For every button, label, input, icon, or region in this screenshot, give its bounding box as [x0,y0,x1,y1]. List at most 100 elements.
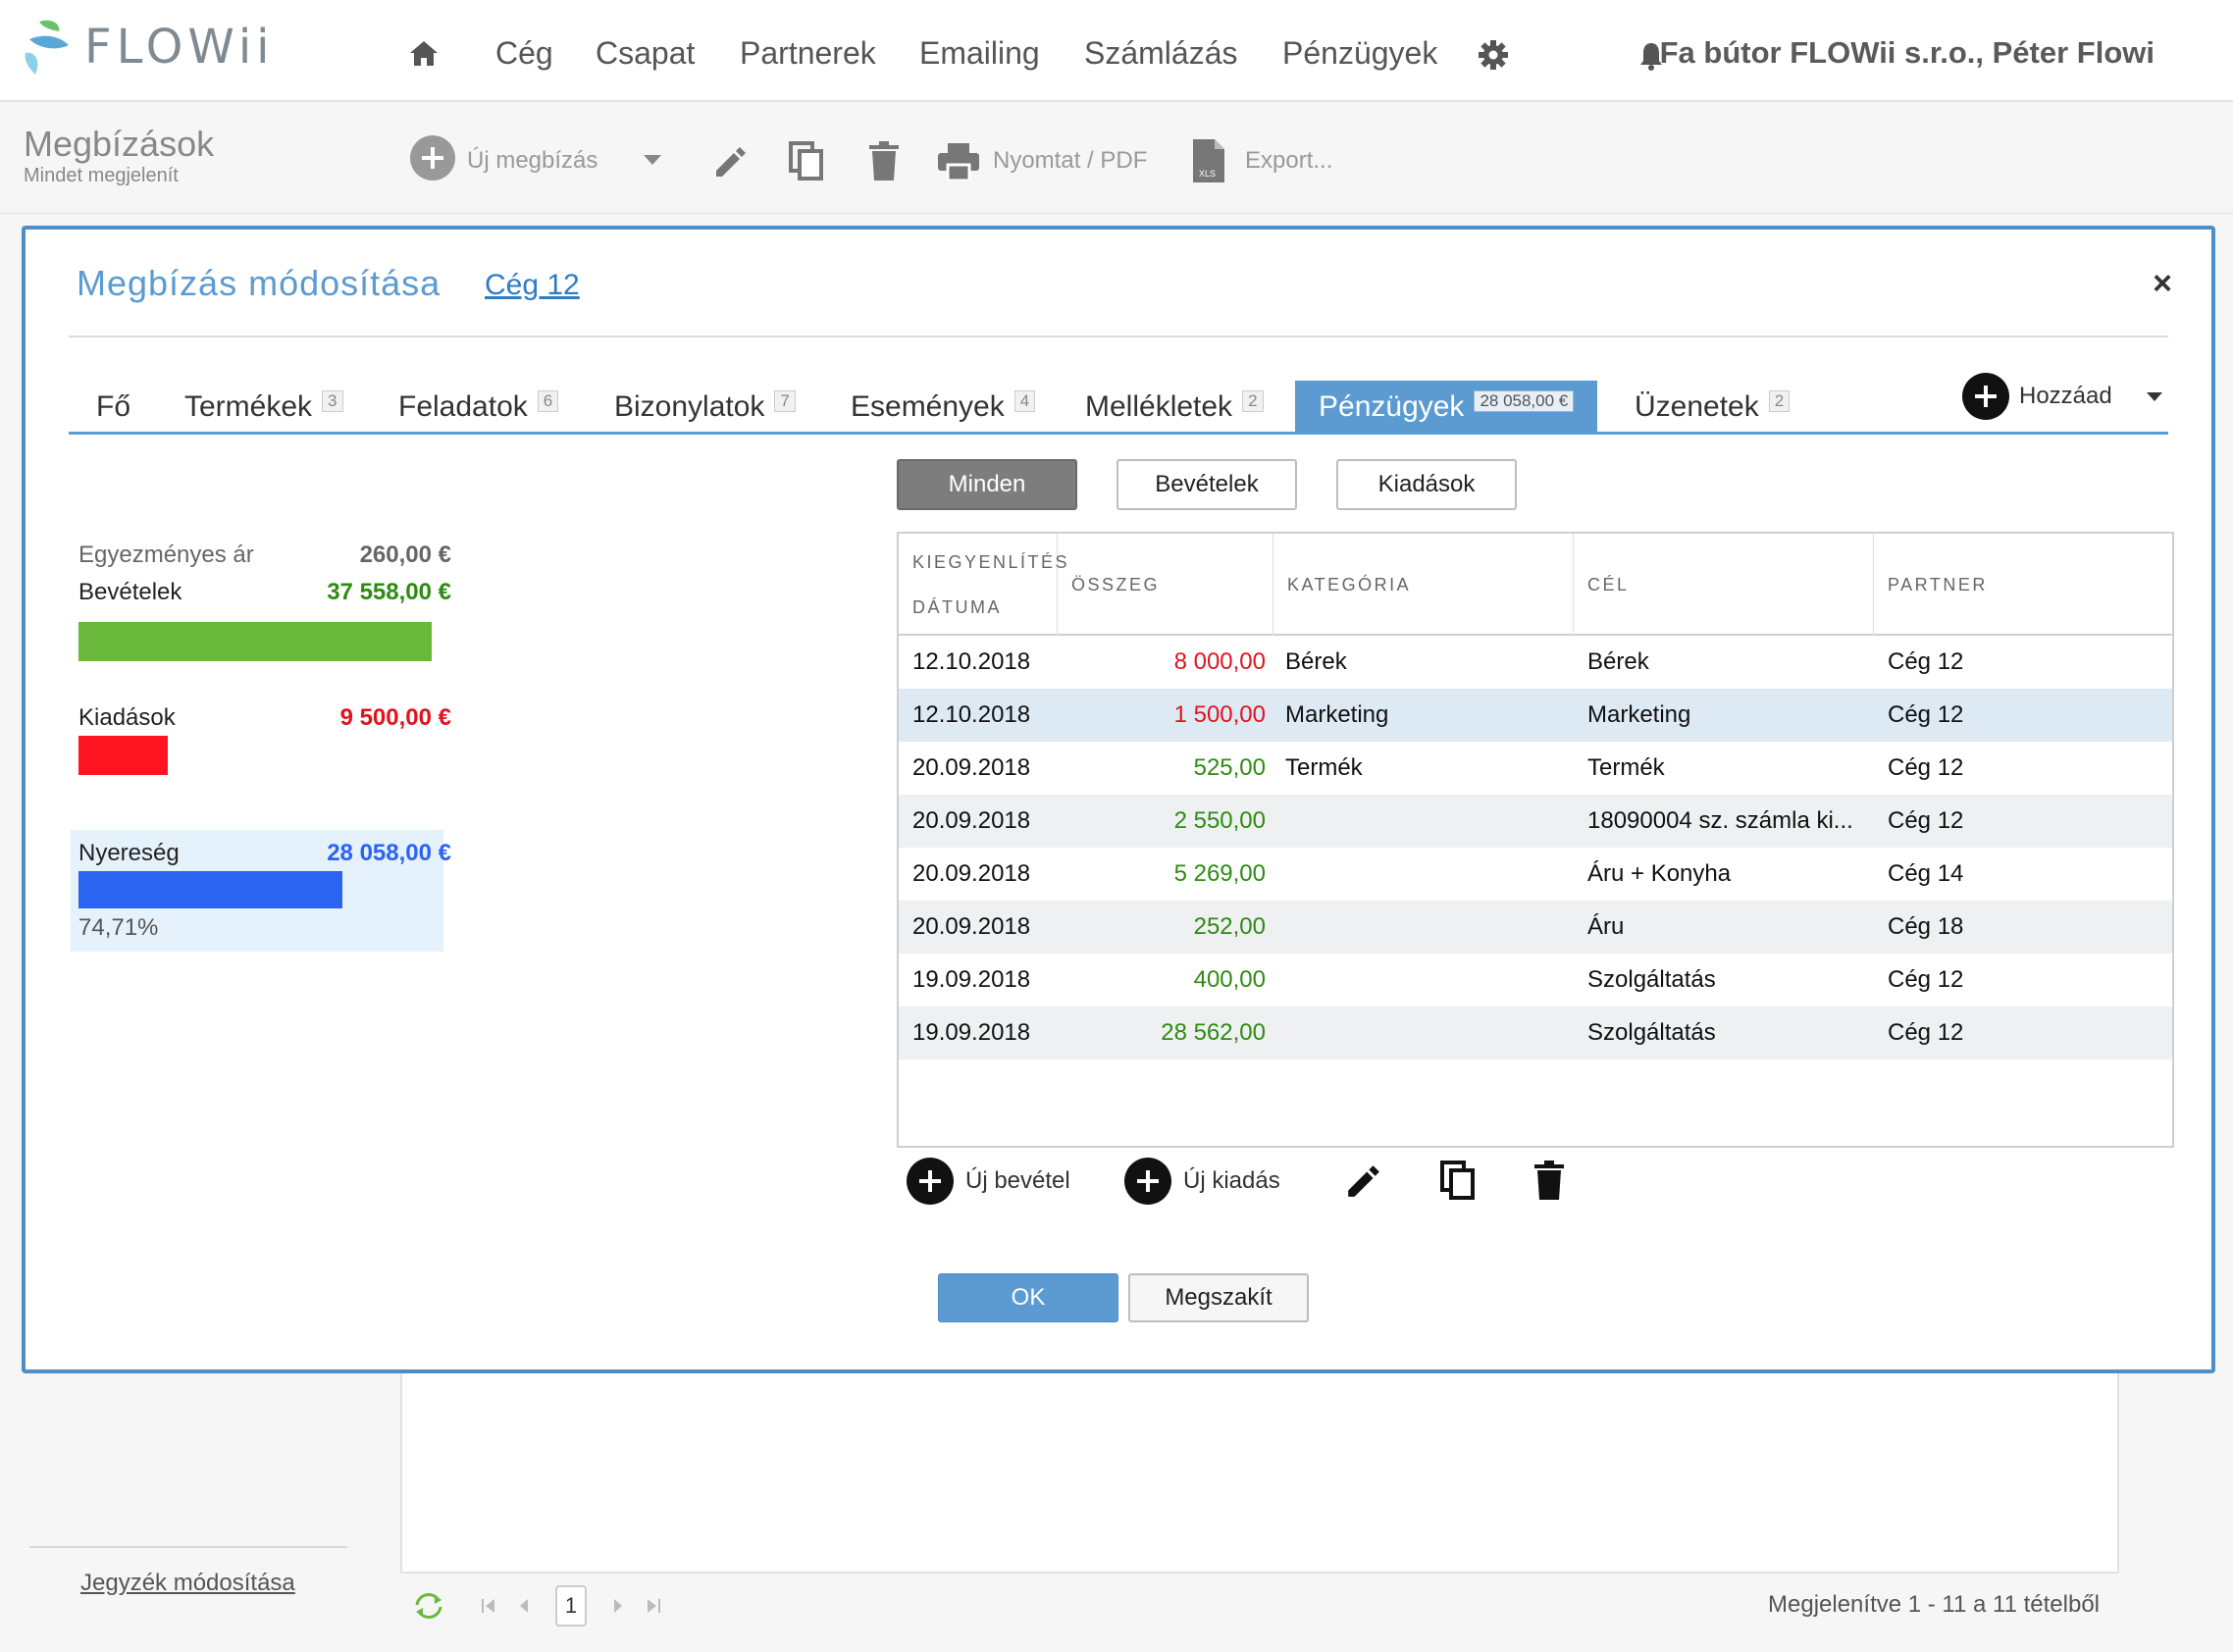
new-order-button[interactable]: Új megbízás [467,147,597,175]
profit-value: 28 058,00 € [327,840,451,866]
page-subtitle[interactable]: Mindet megjelenít [24,165,179,187]
edit-pencil-icon[interactable] [712,143,748,179]
last-page-icon[interactable] [646,1597,661,1615]
cell-goal: Áru + Konyha [1587,860,1732,887]
modal-title-divider [69,336,2168,337]
app-logo-text[interactable]: FLOWii [84,20,275,75]
table-row[interactable]: 19.09.2018 400,00 Szolgáltatás Cég 12 [899,954,2172,1007]
col-header-amount[interactable]: ÖSSZEG [1058,534,1273,636]
tab-count-badge: 28 058,00 € [1474,390,1575,412]
col-header-goal[interactable]: CÉL [1574,534,1874,636]
edit-pencil-icon[interactable] [1344,1162,1381,1199]
new-order-dropdown-icon[interactable] [644,155,661,165]
filter-all-button[interactable]: Minden [897,459,1077,510]
delete-trash-icon[interactable] [1534,1160,1564,1201]
sidebar-divider [29,1546,347,1548]
copy-icon[interactable] [789,141,824,181]
close-icon[interactable]: × [2153,265,2172,303]
agreed-price-value: 260,00 € [359,542,451,568]
cell-goal: Szolgáltatás [1587,966,1716,993]
table-row[interactable]: 20.09.2018 5 269,00 Áru + Konyha Cég 14 [899,848,2172,901]
cell-category [1285,795,1570,848]
prev-page-icon[interactable] [518,1597,530,1615]
tab-penzugyek[interactable]: Pénzügyek 28 058,00 € [1295,381,1598,434]
copy-icon[interactable] [1440,1160,1476,1201]
cell-partner: Cég 12 [1888,648,1964,675]
new-order-plus-icon[interactable] [410,135,455,181]
modal-title: Megbízás módosítása [77,263,441,303]
new-expense-plus-icon[interactable] [1124,1158,1171,1205]
table-row[interactable]: 19.09.2018 28 562,00 Szolgáltatás Cég 12 [899,1007,2172,1059]
flowii-logo-icon[interactable] [22,18,73,78]
table-row[interactable]: 12.10.2018 1 500,00 Marketing Marketing Cég … [899,689,2172,742]
cell-goal: Marketing [1587,701,1691,728]
nav-szamlazas[interactable]: Számlázás [1084,35,1238,72]
new-income-button[interactable]: Új bevétel [965,1167,1070,1195]
nav-partnerek[interactable]: Partnerek [740,35,876,72]
delete-trash-icon[interactable] [869,141,899,181]
cell-date: 12.10.2018 [912,701,1031,728]
tab-feladatok[interactable]: Feladatok 6 [398,381,559,434]
new-income-plus-icon[interactable] [907,1158,954,1205]
tab-esemenyek[interactable]: Események 4 [851,381,1036,434]
cell-goal: Szolgáltatás [1587,1019,1716,1046]
add-button[interactable]: Hozzáad [2019,383,2112,410]
print-pdf-button[interactable]: Nyomtat / PDF [993,147,1147,175]
cell-goal: Bérek [1587,648,1649,675]
page-toolbar: Megbízások Mindet megjelenít Új megbízás… [0,104,2233,214]
tab-count-badge: 7 [774,390,796,412]
table-row[interactable]: 20.09.2018 252,00 Áru Cég 18 [899,901,2172,954]
agreed-price-label: Egyezményes ár [78,542,254,568]
expense-value: 9 500,00 € [339,704,451,731]
settings-gear-icon[interactable] [1478,39,1509,71]
first-page-icon[interactable] [481,1597,496,1615]
cell-date: 19.09.2018 [912,966,1031,993]
tab-count-badge: 2 [1242,390,1264,412]
nav-penzugyek[interactable]: Pénzügyek [1282,35,1437,72]
chevron-down-icon[interactable] [2147,392,2162,401]
cancel-button[interactable]: Megszakít [1128,1273,1309,1322]
filter-income-button[interactable]: Bevételek [1116,459,1297,510]
col-header-category[interactable]: KATEGÓRIA [1273,534,1574,636]
tab-fo[interactable]: Fő [96,381,130,434]
tab-termekek[interactable]: Termékek 3 [184,381,343,434]
tab-uzenetek[interactable]: Üzenetek 2 [1635,381,1791,434]
cell-amount: 525,00 [1193,754,1266,781]
cell-date: 20.09.2018 [912,807,1031,834]
col-header-partner[interactable]: PARTNER [1874,534,2172,636]
table-row[interactable]: 20.09.2018 525,00 Termék Termék Cég 12 [899,742,2172,795]
page-number-input[interactable]: 1 [555,1585,587,1626]
new-expense-button[interactable]: Új kiadás [1183,1167,1280,1195]
cell-category [1285,901,1570,954]
refresh-icon[interactable] [412,1591,445,1621]
add-plus-icon[interactable] [1962,373,2009,420]
cell-category [1285,1007,1570,1059]
cell-amount: 400,00 [1193,966,1266,993]
tab-bizonylatok[interactable]: Bizonylatok 7 [614,381,796,434]
nav-ceg[interactable]: Cég [495,35,553,72]
next-page-icon[interactable] [612,1597,624,1615]
company-user-name[interactable]: Fa bútor FLOWii s.r.o., Péter Flowi [1660,35,2155,71]
edit-list-link[interactable]: Jegyzék módosítása [80,1570,295,1597]
xls-file-icon[interactable]: XLS [1193,139,1224,182]
filter-expense-button[interactable]: Kiadások [1336,459,1517,510]
table-row[interactable]: 12.10.2018 8 000,00 Bérek Bérek Cég 12 [899,636,2172,689]
cell-partner: Cég 12 [1888,966,1964,993]
table-row[interactable]: 20.09.2018 2 550,00 18090004 sz. számla ki… [899,795,2172,848]
page-title: Megbízások [24,124,215,164]
cell-amount: 252,00 [1193,913,1266,940]
nav-csapat[interactable]: Csapat [596,35,695,72]
tab-label: Fő [96,390,131,423]
nav-emailing[interactable]: Emailing [919,35,1040,72]
tab-mellekletek[interactable]: Mellékletek 2 [1085,381,1264,434]
cell-category: Marketing [1285,701,1389,728]
cell-partner: Cég 12 [1888,701,1964,728]
export-button[interactable]: Export... [1245,147,1332,175]
ok-button[interactable]: OK [938,1273,1118,1322]
col-header-date[interactable]: KIEGYENLÍTÉS DÁTUMA [899,534,1067,636]
printer-icon[interactable] [938,143,979,181]
modal-company-link[interactable]: Cég 12 [485,269,580,302]
tab-label: Pénzügyek [1319,390,1465,423]
record-count-info: Megjelenítve 1 - 11 a 11 tételből [1768,1591,2100,1618]
home-icon[interactable] [408,39,440,67]
